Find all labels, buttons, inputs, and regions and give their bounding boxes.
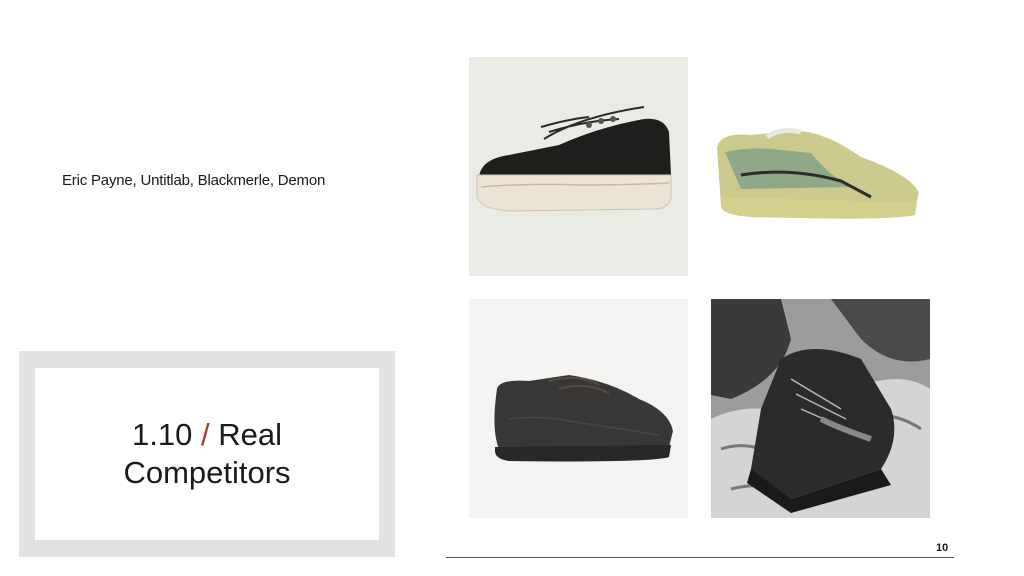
- sage-green-slip-on-sneaker-photo: [711, 57, 930, 276]
- section-title-line2: Competitors: [123, 455, 291, 490]
- black-suede-platform-sneaker-photo: [469, 57, 688, 276]
- page-number: 10: [936, 542, 949, 554]
- footer-rule: [446, 557, 954, 558]
- section-title-line1: Real: [218, 417, 282, 452]
- dark-textured-lace-up-shoe-photo: [469, 299, 688, 518]
- section-number: 1.10: [132, 417, 193, 452]
- brands-caption: Eric Payne, Untitlab, Blackmerle, Demon: [62, 172, 326, 189]
- section-title-box: 1.10 / Real Competitors: [35, 368, 379, 540]
- section-title: 1.10 / Real Competitors: [123, 416, 290, 492]
- black-and-white-hiking-boot-on-rock-photo: [711, 299, 930, 518]
- section-separator: /: [200, 417, 210, 452]
- section-title-frame: 1.10 / Real Competitors: [19, 351, 395, 557]
